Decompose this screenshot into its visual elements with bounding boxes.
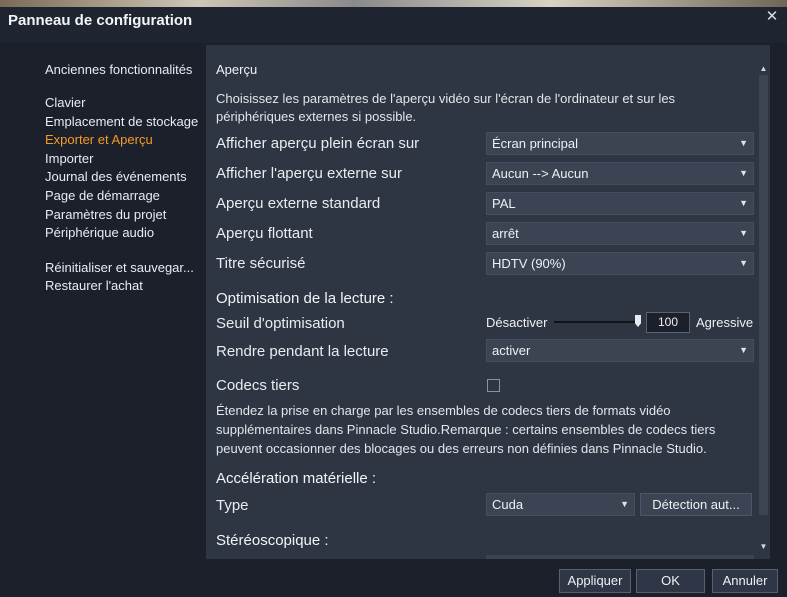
sidebar-item-reinitialiser-et-sauvegarder[interactable]: Réinitialiser et sauvegar... <box>45 260 194 275</box>
optimization-slider-handle[interactable] <box>635 315 641 327</box>
external-standard-select[interactable]: PAL ▼ <box>486 192 754 215</box>
chevron-down-icon: ▼ <box>739 138 748 148</box>
optimization-threshold-label: Seuil d'optimisation <box>216 315 345 332</box>
slider-min-label: Désactiver <box>486 315 548 330</box>
window-title: Panneau de configuration <box>8 12 193 29</box>
scroll-down-icon[interactable]: ▼ <box>757 541 770 553</box>
floating-preview-value: arrêt <box>492 226 519 241</box>
footer: Appliquer OK Annuler <box>0 559 787 597</box>
settings-panel: Aperçu Choisissez les paramètres de l'ap… <box>206 45 757 559</box>
render-during-playback-value: activer <box>492 343 531 358</box>
chevron-down-icon: ▼ <box>739 345 748 355</box>
floating-preview-select[interactable]: arrêt ▼ <box>486 222 754 245</box>
title-bar: Panneau de configuration ✕ <box>0 7 787 43</box>
cancel-button[interactable]: Annuler <box>712 569 778 593</box>
chevron-down-icon: ▼ <box>739 198 748 208</box>
scroll-up-icon[interactable]: ▲ <box>757 63 770 75</box>
fullscreen-preview-value: Écran principal <box>492 136 578 151</box>
safe-title-value: HDTV (90%) <box>492 256 566 271</box>
third-party-codecs-label: Codecs tiers <box>216 377 300 394</box>
vertical-scrollbar[interactable]: ▲ ▼ <box>757 45 770 559</box>
acceleration-type-select[interactable]: Cuda ▼ <box>486 493 635 516</box>
floating-preview-label: Aperçu flottant <box>216 225 313 242</box>
sidebar-item-peripherique-audio[interactable]: Périphérique audio <box>45 225 154 240</box>
optimization-slider-track[interactable] <box>554 321 638 323</box>
hardware-acceleration-heading: Accélération matérielle : <box>216 470 377 487</box>
scrollbar-thumb[interactable] <box>759 75 768 515</box>
sidebar-item-journal-des-evenements[interactable]: Journal des événements <box>45 169 187 184</box>
acceleration-type-label: Type <box>216 497 249 514</box>
acceleration-type-value: Cuda <box>492 497 524 512</box>
third-party-codecs-description: Étendez la prise en charge par les ensem… <box>216 403 716 456</box>
chevron-down-icon: ▼ <box>739 258 748 268</box>
stereoscopic-heading: Stéréoscopique : <box>216 532 329 549</box>
external-preview-select[interactable]: Aucun --> Aucun ▼ <box>486 162 754 185</box>
ok-button[interactable]: OK <box>636 569 705 593</box>
external-preview-label: Afficher l'aperçu externe sur <box>216 165 403 182</box>
render-during-playback-label: Rendre pendant la lecture <box>216 343 389 360</box>
playback-optimization-heading: Optimisation de la lecture : <box>216 290 394 307</box>
sidebar-item-clavier[interactable]: Clavier <box>45 95 85 110</box>
slider-max-label: Agressive <box>696 315 754 330</box>
apply-button[interactable]: Appliquer <box>559 569 631 593</box>
safe-title-select[interactable]: HDTV (90%) ▼ <box>486 252 754 275</box>
third-party-codecs-checkbox[interactable] <box>487 379 500 392</box>
intro-text: Choisissez les paramètres de l'aperçu vi… <box>216 91 676 124</box>
close-icon[interactable]: ✕ <box>763 7 781 25</box>
sidebar-item-emplacement-de-stockage[interactable]: Emplacement de stockage <box>45 114 198 129</box>
sidebar-item-parametres-du-projet[interactable]: Paramètres du projet <box>45 207 166 222</box>
section-title: Aperçu <box>216 62 258 77</box>
background-strip <box>0 0 787 7</box>
fullscreen-preview-label: Afficher aperçu plein écran sur <box>216 135 420 152</box>
sidebar-item-exporter-et-apercu[interactable]: Exporter et Aperçu <box>45 132 153 147</box>
fullscreen-preview-select[interactable]: Écran principal ▼ <box>486 132 754 155</box>
sidebar-item-importer[interactable]: Importer <box>45 151 93 166</box>
auto-detect-button[interactable]: Détection aut... <box>640 493 752 516</box>
chevron-down-icon: ▼ <box>620 499 629 509</box>
chevron-down-icon: ▼ <box>739 168 748 178</box>
external-standard-value: PAL <box>492 196 516 211</box>
render-during-playback-select[interactable]: activer ▼ <box>486 339 754 362</box>
sidebar-item-anciennes-fonctionnalites[interactable]: Anciennes fonctionnalités <box>45 62 192 77</box>
sidebar: Anciennes fonctionnalités Clavier Emplac… <box>8 45 206 559</box>
chevron-down-icon: ▼ <box>739 228 748 238</box>
sidebar-item-page-de-demarrage[interactable]: Page de démarrage <box>45 188 160 203</box>
sidebar-item-restaurer-l-achat[interactable]: Restaurer l'achat <box>45 278 143 293</box>
external-standard-label: Aperçu externe standard <box>216 195 381 212</box>
optimization-value-input[interactable]: 100 <box>646 312 690 333</box>
safe-title-label: Titre sécurisé <box>216 255 306 272</box>
external-preview-value: Aucun --> Aucun <box>492 166 589 181</box>
